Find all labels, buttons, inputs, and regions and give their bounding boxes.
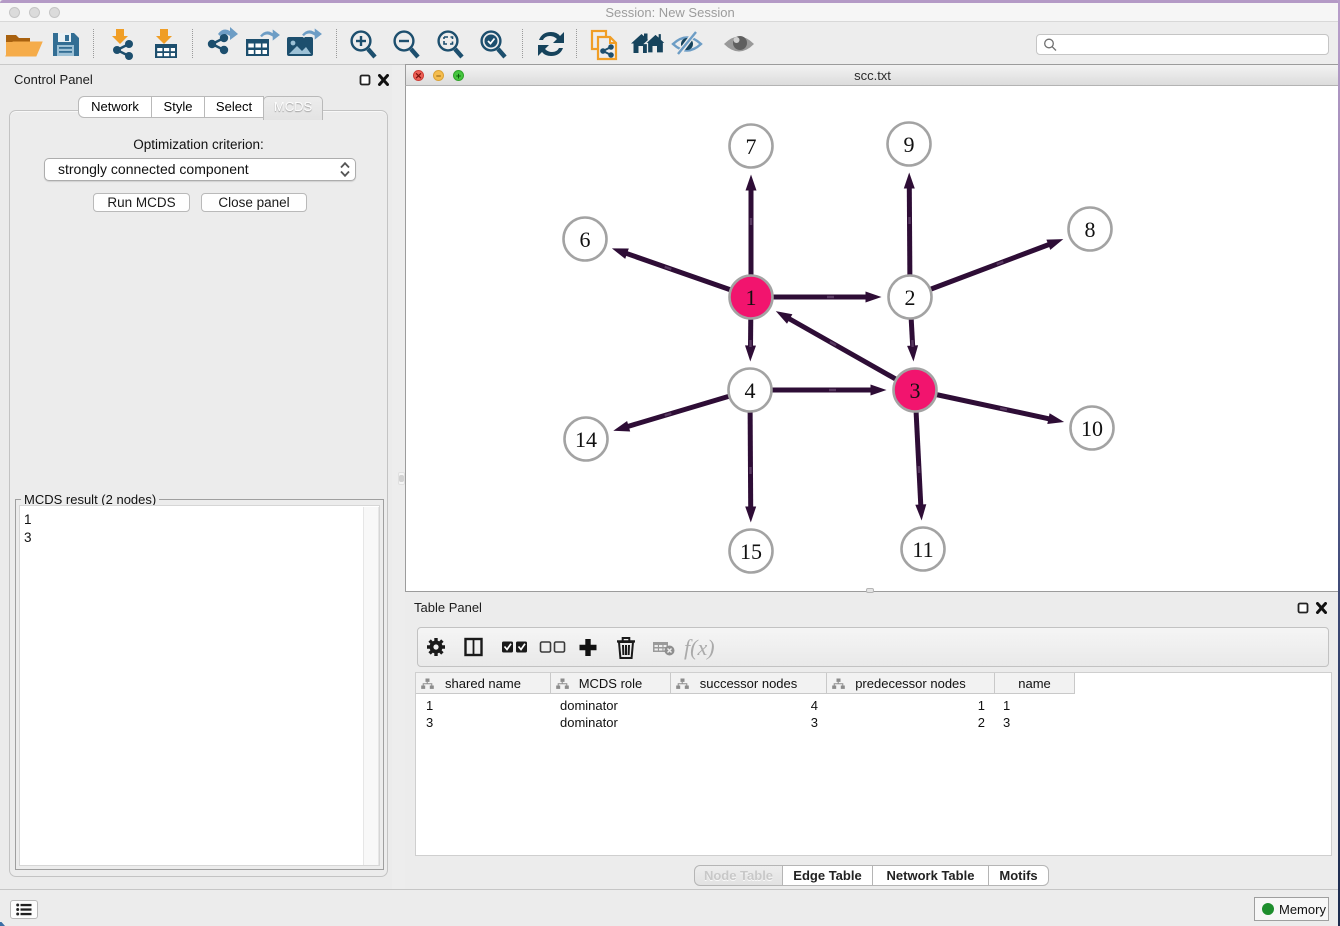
svg-text:8: 8	[1085, 217, 1096, 242]
svg-text:3: 3	[910, 378, 921, 403]
svg-text:14: 14	[575, 427, 597, 452]
svg-text:1: 1	[746, 285, 757, 310]
svg-text:11: 11	[912, 537, 933, 562]
svg-text:9: 9	[904, 132, 915, 157]
svg-text:f(x): f(x)	[684, 635, 715, 660]
svg-text:6: 6	[580, 227, 591, 252]
svg-text:2: 2	[905, 285, 916, 310]
svg-text:10: 10	[1081, 416, 1103, 441]
svg-text:4: 4	[745, 378, 756, 403]
svg-text:7: 7	[746, 134, 757, 159]
svg-text:15: 15	[740, 539, 762, 564]
